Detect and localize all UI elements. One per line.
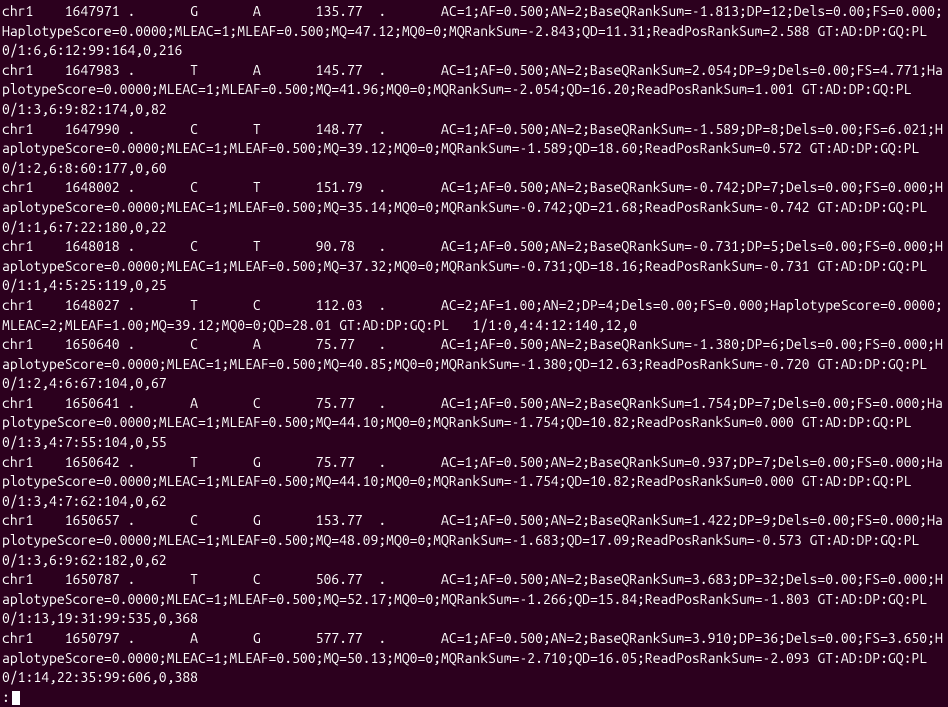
vcf-record: chr1 1650640 . C A 75.77 . AC=1;AF=0.500… xyxy=(2,335,946,394)
cursor xyxy=(12,691,20,705)
vcf-record: chr1 1648002 . C T 151.79 . AC=1;AF=0.50… xyxy=(2,178,946,237)
vcf-record: chr1 1650642 . T G 75.77 . AC=1;AF=0.500… xyxy=(2,453,946,512)
prompt-line[interactable]: : xyxy=(2,688,946,707)
vcf-record: chr1 1650787 . T C 506.77 . AC=1;AF=0.50… xyxy=(2,570,946,629)
vcf-record: chr1 1650657 . C G 153.77 . AC=1;AF=0.50… xyxy=(2,511,946,570)
vcf-record: chr1 1650797 . A G 577.77 . AC=1;AF=0.50… xyxy=(2,629,946,688)
vcf-record: chr1 1648018 . C T 90.78 . AC=1;AF=0.500… xyxy=(2,237,946,296)
prompt-text: : xyxy=(2,688,10,707)
vcf-record: chr1 1647971 . G A 135.77 . AC=1;AF=0.50… xyxy=(2,2,946,61)
vcf-record: chr1 1647990 . C T 148.77 . AC=1;AF=0.50… xyxy=(2,120,946,179)
vcf-record: chr1 1650641 . A C 75.77 . AC=1;AF=0.500… xyxy=(2,394,946,453)
vcf-record: chr1 1647983 . T A 145.77 . AC=1;AF=0.50… xyxy=(2,61,946,120)
terminal-output[interactable]: chr1 1647971 . G A 135.77 . AC=1;AF=0.50… xyxy=(2,2,946,688)
vcf-record: chr1 1648027 . T C 112.03 . AC=2;AF=1.00… xyxy=(2,296,946,335)
